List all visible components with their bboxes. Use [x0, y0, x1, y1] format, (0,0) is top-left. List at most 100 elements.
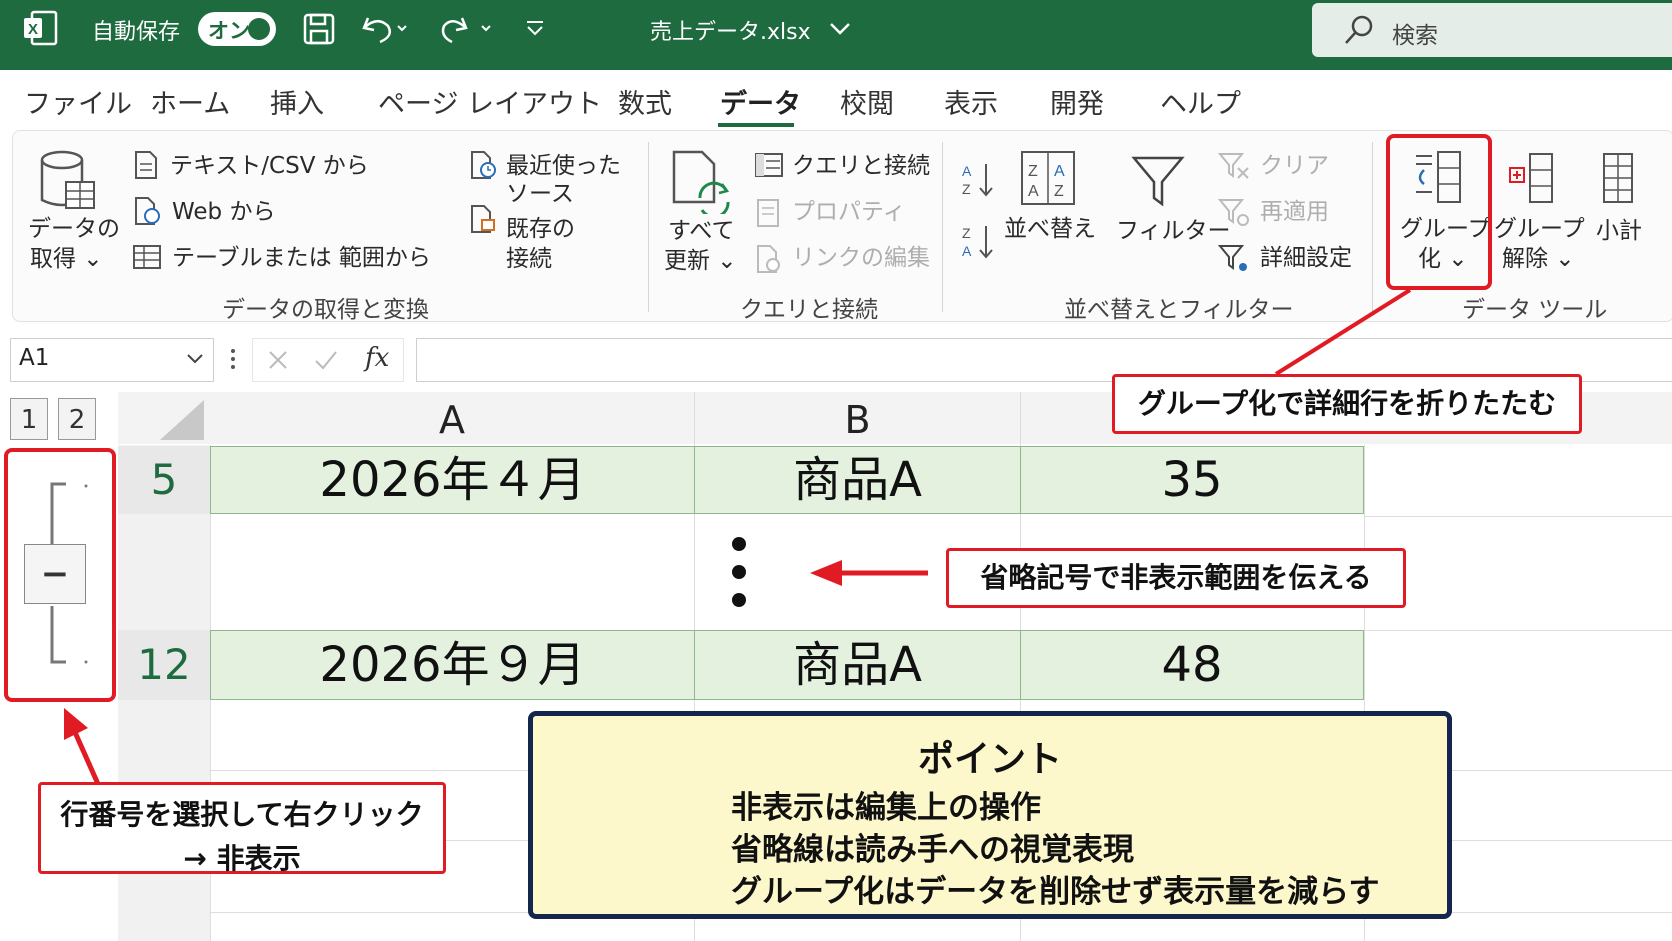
customize-quick-access-icon[interactable] — [524, 18, 546, 38]
enter-icon[interactable] — [313, 349, 339, 371]
group-divider — [648, 142, 649, 312]
select-all-triangle-icon — [160, 400, 204, 440]
tab-formulas[interactable]: 数式 — [618, 82, 672, 121]
more-options-icon[interactable] — [228, 346, 238, 372]
grid-line — [1364, 516, 1672, 517]
file-name[interactable]: 売上データ.xlsx — [650, 14, 811, 46]
tab-help[interactable]: ヘルプ — [1160, 82, 1241, 121]
arrow-left-icon — [810, 560, 928, 586]
sort-ascending-icon[interactable]: A Z — [960, 160, 996, 200]
clear-filter-icon — [1218, 153, 1249, 179]
recent-sources-icon — [471, 151, 496, 179]
autosave-toggle[interactable]: オン — [198, 12, 276, 46]
cell-b5[interactable]: 商品A — [694, 446, 1021, 514]
recent-sources-label-2[interactable]: ソース — [506, 179, 574, 209]
outline-level-1-button[interactable]: 1 — [10, 398, 48, 440]
tab-page-layout[interactable]: ページ レイアウト — [378, 82, 602, 121]
recent-sources-label-1[interactable]: 最近使った — [506, 151, 621, 181]
svg-text:Z: Z — [1028, 163, 1038, 180]
tab-developer[interactable]: 開発 — [1050, 82, 1104, 121]
table-icon — [133, 245, 161, 269]
point-line-3: グループ化はデータを削除せず表示量を減らす — [731, 874, 1380, 910]
from-web-button[interactable]: Web から — [172, 197, 275, 227]
cell-c12[interactable]: 48 — [1020, 630, 1364, 700]
grid-line — [1364, 630, 1672, 631]
tab-review[interactable]: 校閲 — [840, 82, 894, 121]
cell-c5[interactable]: 35 — [1020, 446, 1364, 514]
point-title: ポイント — [917, 739, 1062, 780]
refresh-all-label-1[interactable]: すべて — [668, 216, 734, 246]
subtotal-button-label[interactable]: 小計 — [1596, 216, 1642, 246]
column-header-a[interactable]: A — [210, 392, 695, 444]
cell-b12[interactable]: 商品A — [694, 630, 1021, 700]
outline-highlight-box — [4, 448, 116, 702]
get-data-label-1[interactable]: データの — [28, 214, 120, 244]
group-queries-label: クエリと接続 — [740, 297, 878, 323]
sort-button-label[interactable]: 並べ替え — [1004, 214, 1096, 244]
refresh-all-label-2[interactable]: 更新 ⌄ — [664, 246, 737, 276]
hide-rows-callout: 行番号を選択して右クリック → 非表示 — [38, 782, 446, 875]
edit-links-button[interactable]: リンクの編集 — [792, 243, 930, 273]
chevron-down-icon[interactable] — [828, 20, 852, 38]
redo-icon[interactable] — [438, 12, 496, 46]
reapply-button[interactable]: 再適用 — [1260, 197, 1329, 227]
insert-function-button[interactable]: fx — [365, 343, 389, 373]
ungroup-icon[interactable] — [1506, 150, 1558, 206]
group-get-transform-label: データの取得と変換 — [222, 297, 429, 323]
group-button-highlight-box — [1386, 134, 1492, 290]
tab-data[interactable]: データ — [720, 82, 801, 121]
title-bar: X 自動保存 オン 売上データ.xlsx 検索 — [0, 0, 1672, 70]
row-header-12[interactable]: 12 — [118, 630, 210, 700]
svg-text:A: A — [1054, 163, 1065, 180]
cell-a12[interactable]: 2026年９月 — [210, 630, 695, 700]
advanced-button[interactable]: 詳細設定 — [1260, 243, 1352, 273]
undo-icon[interactable] — [360, 12, 408, 46]
from-text-csv-button[interactable]: テキスト/CSV から — [170, 151, 369, 181]
properties-icon — [757, 199, 779, 227]
filter-button-label[interactable]: フィルター — [1116, 216, 1231, 246]
group-callout: グループ化で詳細行を折りたたむ — [1112, 374, 1582, 434]
filter-icon[interactable] — [1130, 154, 1186, 210]
arrow-up-icon — [64, 708, 101, 786]
search-box[interactable]: 検索 — [1312, 3, 1672, 57]
svg-text:A: A — [962, 163, 972, 179]
cancel-icon[interactable] — [267, 349, 289, 371]
svg-text:Z: Z — [962, 181, 971, 197]
outline-level-2-button[interactable]: 2 — [58, 398, 96, 440]
queries-connections-button[interactable]: クエリと接続 — [792, 151, 930, 181]
point-box: ポイント 非表示は編集上の操作 省略線は読み手への視覚表現 グループ化はデータを… — [528, 711, 1452, 919]
sort-descending-icon[interactable]: Z A — [960, 222, 996, 262]
edit-links-icon — [757, 245, 780, 273]
search-icon — [1345, 15, 1373, 44]
autosave-label: 自動保存 — [92, 20, 181, 45]
cell-a5[interactable]: 2026年４月 — [210, 446, 695, 514]
queries-connections-icon — [755, 153, 783, 177]
existing-connections-label-2[interactable]: 接続 — [506, 244, 552, 274]
column-header-b[interactable]: B — [695, 392, 1021, 444]
sort-dialog-icon[interactable]: Z A A Z — [1020, 150, 1076, 206]
select-all-corner[interactable] — [118, 392, 210, 444]
properties-button[interactable]: プロパティ — [792, 197, 906, 227]
ungroup-button-label-1[interactable]: グループ — [1494, 214, 1585, 244]
name-box[interactable]: A1 — [10, 338, 214, 382]
reapply-icon — [1218, 199, 1249, 226]
existing-connections-label-1[interactable]: 既存の — [506, 214, 575, 244]
save-icon[interactable] — [302, 12, 336, 46]
chevron-down-icon[interactable] — [185, 351, 205, 367]
get-data-label-2[interactable]: 取得 ⌄ — [30, 244, 103, 274]
subtotal-icon[interactable] — [1600, 150, 1636, 206]
svg-text:A: A — [962, 243, 972, 259]
tab-insert[interactable]: 挿入 — [270, 82, 324, 121]
from-table-range-button[interactable]: テーブルまたは 範囲から — [172, 243, 431, 273]
row-header-5[interactable]: 5 — [118, 446, 210, 514]
name-box-value: A1 — [19, 345, 50, 371]
database-icon[interactable] — [36, 148, 98, 214]
refresh-all-icon[interactable] — [670, 150, 732, 214]
clear-button[interactable]: クリア — [1260, 151, 1329, 181]
tab-home[interactable]: ホーム — [150, 82, 230, 121]
tab-file[interactable]: ファイル — [24, 82, 132, 121]
svg-text:Z: Z — [962, 225, 971, 241]
active-tab-indicator — [718, 123, 794, 127]
ungroup-button-label-2[interactable]: 解除 ⌄ — [1502, 244, 1575, 274]
tab-view[interactable]: 表示 — [944, 82, 998, 121]
